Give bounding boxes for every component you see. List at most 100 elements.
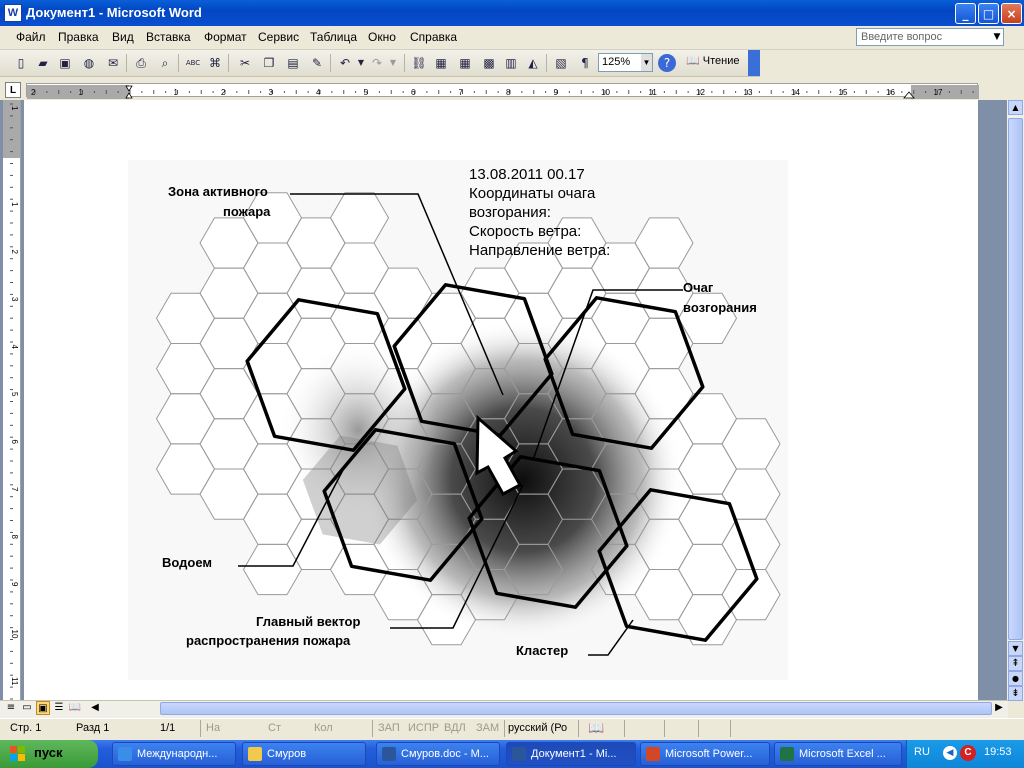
clock: 19:53 <box>984 746 1012 758</box>
tables-borders-icon[interactable]: ▦ <box>432 54 450 72</box>
status-language[interactable]: русский (Ро <box>508 722 567 734</box>
redo-dropdown-icon[interactable]: ▼ <box>384 54 402 72</box>
powerpoint-icon <box>646 747 660 761</box>
browse-object-icon[interactable]: ● <box>1008 671 1023 686</box>
insert-table-icon[interactable]: ▦ <box>456 54 474 72</box>
scroll-right-icon[interactable]: ▶ <box>992 701 1006 715</box>
menu-edit[interactable]: Правка <box>58 30 99 44</box>
normal-view-icon[interactable]: ≡ <box>4 701 18 715</box>
insert-excel-icon[interactable]: ▩ <box>480 54 498 72</box>
task-item[interactable]: Смуров.doc - M... <box>376 742 500 766</box>
ruler-number: 9 <box>554 88 559 97</box>
paste-icon[interactable]: ▤ <box>284 54 302 72</box>
status-pages: 1/1 <box>160 722 176 734</box>
horizontal-scroll-thumb[interactable] <box>160 702 992 715</box>
web-view-icon[interactable]: ▭ <box>20 701 34 715</box>
drawing-icon[interactable]: ◭ <box>524 54 542 72</box>
zoom-select[interactable]: 125% ▼ <box>598 53 653 72</box>
ruler-number: 7 <box>459 88 464 97</box>
window-title: Документ1 - Microsoft Word <box>26 5 202 20</box>
research-icon[interactable]: ⌘ <box>206 54 224 72</box>
back-arrow-icon[interactable]: ◀ <box>943 746 957 760</box>
menu-insert[interactable]: Вставка <box>146 30 191 44</box>
task-item[interactable]: Microsoft Power... <box>640 742 770 766</box>
ruler-number: 1 <box>10 202 19 207</box>
menu-tools[interactable]: Сервис <box>258 30 299 44</box>
status-at: На <box>206 722 221 734</box>
chevron-down-icon[interactable]: ▼ <box>991 29 1003 45</box>
document-map-icon[interactable]: ▧ <box>552 54 570 72</box>
ruler-number: 11 <box>649 88 658 97</box>
status-trk[interactable]: ИСПР <box>408 722 439 734</box>
task-item-active[interactable]: Документ1 - Mi... <box>506 742 636 766</box>
help-icon[interactable]: ? <box>658 54 676 72</box>
tab-selector[interactable]: L <box>5 82 21 98</box>
menu-help[interactable]: Справка <box>410 30 457 44</box>
menu-view[interactable]: Вид <box>112 30 134 44</box>
task-item[interactable]: Смуров <box>242 742 366 766</box>
status-ext[interactable]: ВДЛ <box>444 722 466 734</box>
open-icon[interactable]: ▰ <box>34 54 52 72</box>
label-cluster: Кластер <box>516 643 569 658</box>
save-icon[interactable]: ▣ <box>56 54 74 72</box>
columns-icon[interactable]: ▥ <box>502 54 520 72</box>
label-focus-2: возгорания <box>683 300 757 315</box>
menu-table[interactable]: Таблица <box>310 30 357 44</box>
new-document-icon[interactable]: ▯ <box>12 54 30 72</box>
spelling-icon[interactable]: ABC <box>184 54 202 72</box>
ie-icon <box>118 747 132 761</box>
label-vector-1: Главный вектор <box>256 614 361 629</box>
status-line: Ст <box>268 722 281 734</box>
menu-window[interactable]: Окно <box>368 30 396 44</box>
ask-question-input[interactable]: Введите вопрос <box>856 28 1004 46</box>
word-icon[interactable]: W <box>4 4 22 22</box>
status-rec[interactable]: ЗАП <box>378 722 400 734</box>
scroll-left-icon[interactable]: ◀ <box>88 701 102 715</box>
menu-format[interactable]: Формат <box>204 30 247 44</box>
close-button[interactable]: × <box>1001 3 1022 24</box>
ruler-ticks: 2 1 1 2 3 4 5 6 7 8 9 10 11 12 13 14 15 16 17 <box>27 85 979 99</box>
ruler-number: 12 <box>696 88 705 97</box>
vertical-scroll-thumb[interactable] <box>1008 118 1023 640</box>
print-preview-icon[interactable]: ⌕ <box>156 54 174 72</box>
maximize-button[interactable]: □ <box>978 3 999 24</box>
format-painter-icon[interactable]: ✎ <box>308 54 326 72</box>
ruler-number: 5 <box>10 392 19 397</box>
scroll-up-icon[interactable]: ▲ <box>1008 100 1023 115</box>
ruler-strip[interactable]: 2 1 1 2 3 4 5 6 7 8 9 10 11 12 13 14 15 16 17 <box>26 83 979 99</box>
permission-icon[interactable]: ◍ <box>80 54 98 72</box>
windows-logo-icon <box>10 746 25 761</box>
ruler-number: 6 <box>411 88 416 97</box>
toolbar-separator <box>546 54 547 72</box>
toolbar-options-icon[interactable] <box>748 50 760 76</box>
chevron-down-icon[interactable]: ▼ <box>641 54 652 71</box>
cut-icon[interactable]: ✂ <box>236 54 254 72</box>
prev-page-icon[interactable]: ⇞ <box>1008 656 1023 671</box>
print-layout-icon[interactable]: ▣ <box>36 701 50 715</box>
reading-view-icon[interactable]: 📖 <box>68 701 82 715</box>
antivirus-icon[interactable]: C <box>960 745 976 761</box>
info-wind-speed: Скорость ветра: <box>469 223 582 240</box>
print-icon[interactable]: ⎙ <box>132 54 150 72</box>
start-label: пуск <box>34 745 63 760</box>
menu-file[interactable]: Файл <box>16 30 46 44</box>
next-page-icon[interactable]: ⇟ <box>1008 686 1023 701</box>
email-icon[interactable]: ✉ <box>104 54 122 72</box>
reading-layout-button[interactable]: 📖 Чтение <box>686 54 739 67</box>
language-indicator[interactable]: RU <box>914 746 930 758</box>
show-formatting-icon[interactable]: ¶ <box>576 54 594 72</box>
hyperlink-icon[interactable]: ⛓ <box>410 54 428 72</box>
info-wind-direction: Направление ветра: <box>469 242 611 259</box>
reading-label: Чтение <box>702 55 740 67</box>
task-item[interactable]: Международн... <box>112 742 236 766</box>
info-ignition: возгорания: <box>469 204 551 221</box>
scroll-down-icon[interactable]: ▼ <box>1008 641 1023 656</box>
status-ovr[interactable]: ЗАМ <box>476 722 499 734</box>
label-vector-2: распространения пожара <box>186 633 351 648</box>
task-item[interactable]: Microsoft Excel ... <box>774 742 902 766</box>
start-button[interactable]: пуск <box>0 740 98 768</box>
minimize-button[interactable]: _ <box>955 3 976 24</box>
copy-icon[interactable]: ❐ <box>260 54 278 72</box>
outline-view-icon[interactable]: ☰ <box>52 701 66 715</box>
spelling-status-icon[interactable]: 📖 <box>588 721 604 736</box>
